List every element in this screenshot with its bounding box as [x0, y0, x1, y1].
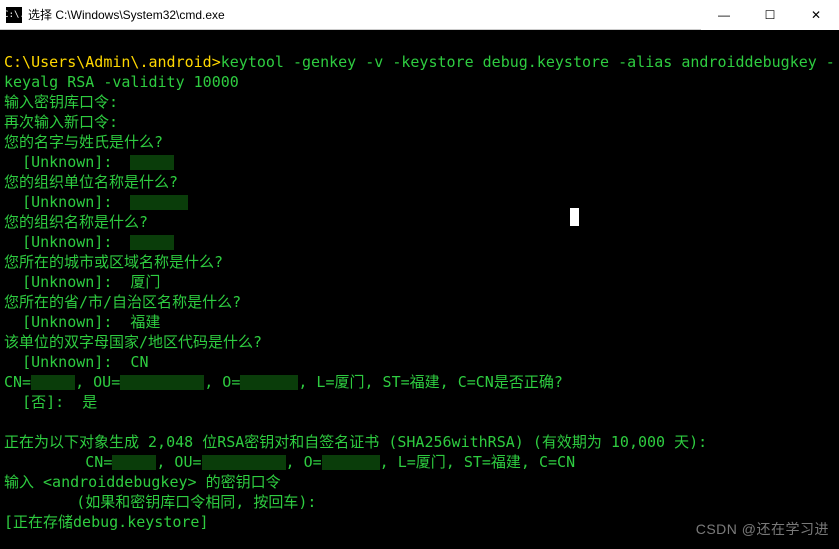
window-title: 选择 C:\Windows\System32\cmd.exe: [28, 6, 701, 23]
redacted-value: [130, 195, 188, 210]
window-controls: — ☐ ✕: [701, 0, 839, 30]
prompt-answer: [Unknown]: 厦门: [4, 273, 160, 291]
redacted-value: [130, 235, 174, 250]
prompt-path: C:\Users\Admin\.android>: [4, 53, 221, 71]
title-bar: C:\. 选择 C:\Windows\System32\cmd.exe — ☐ …: [0, 0, 839, 30]
redacted-value: [120, 375, 204, 390]
maximize-button[interactable]: ☐: [747, 0, 793, 30]
prompt-question: 您所在的省/市/自治区名称是什么?: [4, 293, 241, 311]
prompt-answer: [Unknown]:: [4, 233, 130, 251]
line: 再次输入新口令:: [4, 113, 118, 131]
prompt-answer: [Unknown]: CN: [4, 353, 149, 371]
pass-hint: (如果和密钥库口令相同, 按回车):: [4, 493, 316, 511]
terminal-output[interactable]: C:\Users\Admin\.android>keytool -genkey …: [0, 30, 839, 549]
minimize-button[interactable]: —: [701, 0, 747, 30]
cmd-icon: C:\.: [6, 7, 22, 23]
redacted-value: [31, 375, 75, 390]
line: 输入密钥库口令:: [4, 93, 118, 111]
prompt-question: 您所在的城市或区域名称是什么?: [4, 253, 223, 271]
gen-dn-line: CN=, OU=, O=, L=厦门, ST=福建, C=CN: [4, 453, 575, 471]
redacted-value: [240, 375, 298, 390]
prompt-question: 您的名字与姓氏是什么?: [4, 133, 163, 151]
prompt-question: 您的组织名称是什么?: [4, 213, 148, 231]
prompt-answer: [Unknown]:: [4, 193, 130, 211]
redacted-value: [130, 155, 174, 170]
prompt-answer: [Unknown]: 福建: [4, 313, 160, 331]
redacted-value: [112, 455, 156, 470]
prompt-question: 您的组织单位名称是什么?: [4, 173, 178, 191]
confirm-line: [否]: 是: [4, 393, 97, 411]
prompt-question: 该单位的双字母国家/地区代码是什么?: [4, 333, 262, 351]
pass-prompt: 输入 <androiddebugkey> 的密钥口令: [4, 473, 281, 491]
text-cursor: [570, 208, 579, 226]
close-button[interactable]: ✕: [793, 0, 839, 30]
store-line: [正在存储debug.keystore]: [4, 513, 209, 531]
redacted-value: [202, 455, 286, 470]
prompt-answer: [Unknown]:: [4, 153, 130, 171]
dn-line: CN=, OU=, O=, L=厦门, ST=福建, C=CN是否正确?: [4, 373, 563, 391]
redacted-value: [322, 455, 380, 470]
watermark: CSDN @还在学习进: [696, 519, 829, 539]
gen-line: 正在为以下对象生成 2,048 位RSA密钥对和自签名证书 (SHA256wit…: [4, 433, 707, 451]
